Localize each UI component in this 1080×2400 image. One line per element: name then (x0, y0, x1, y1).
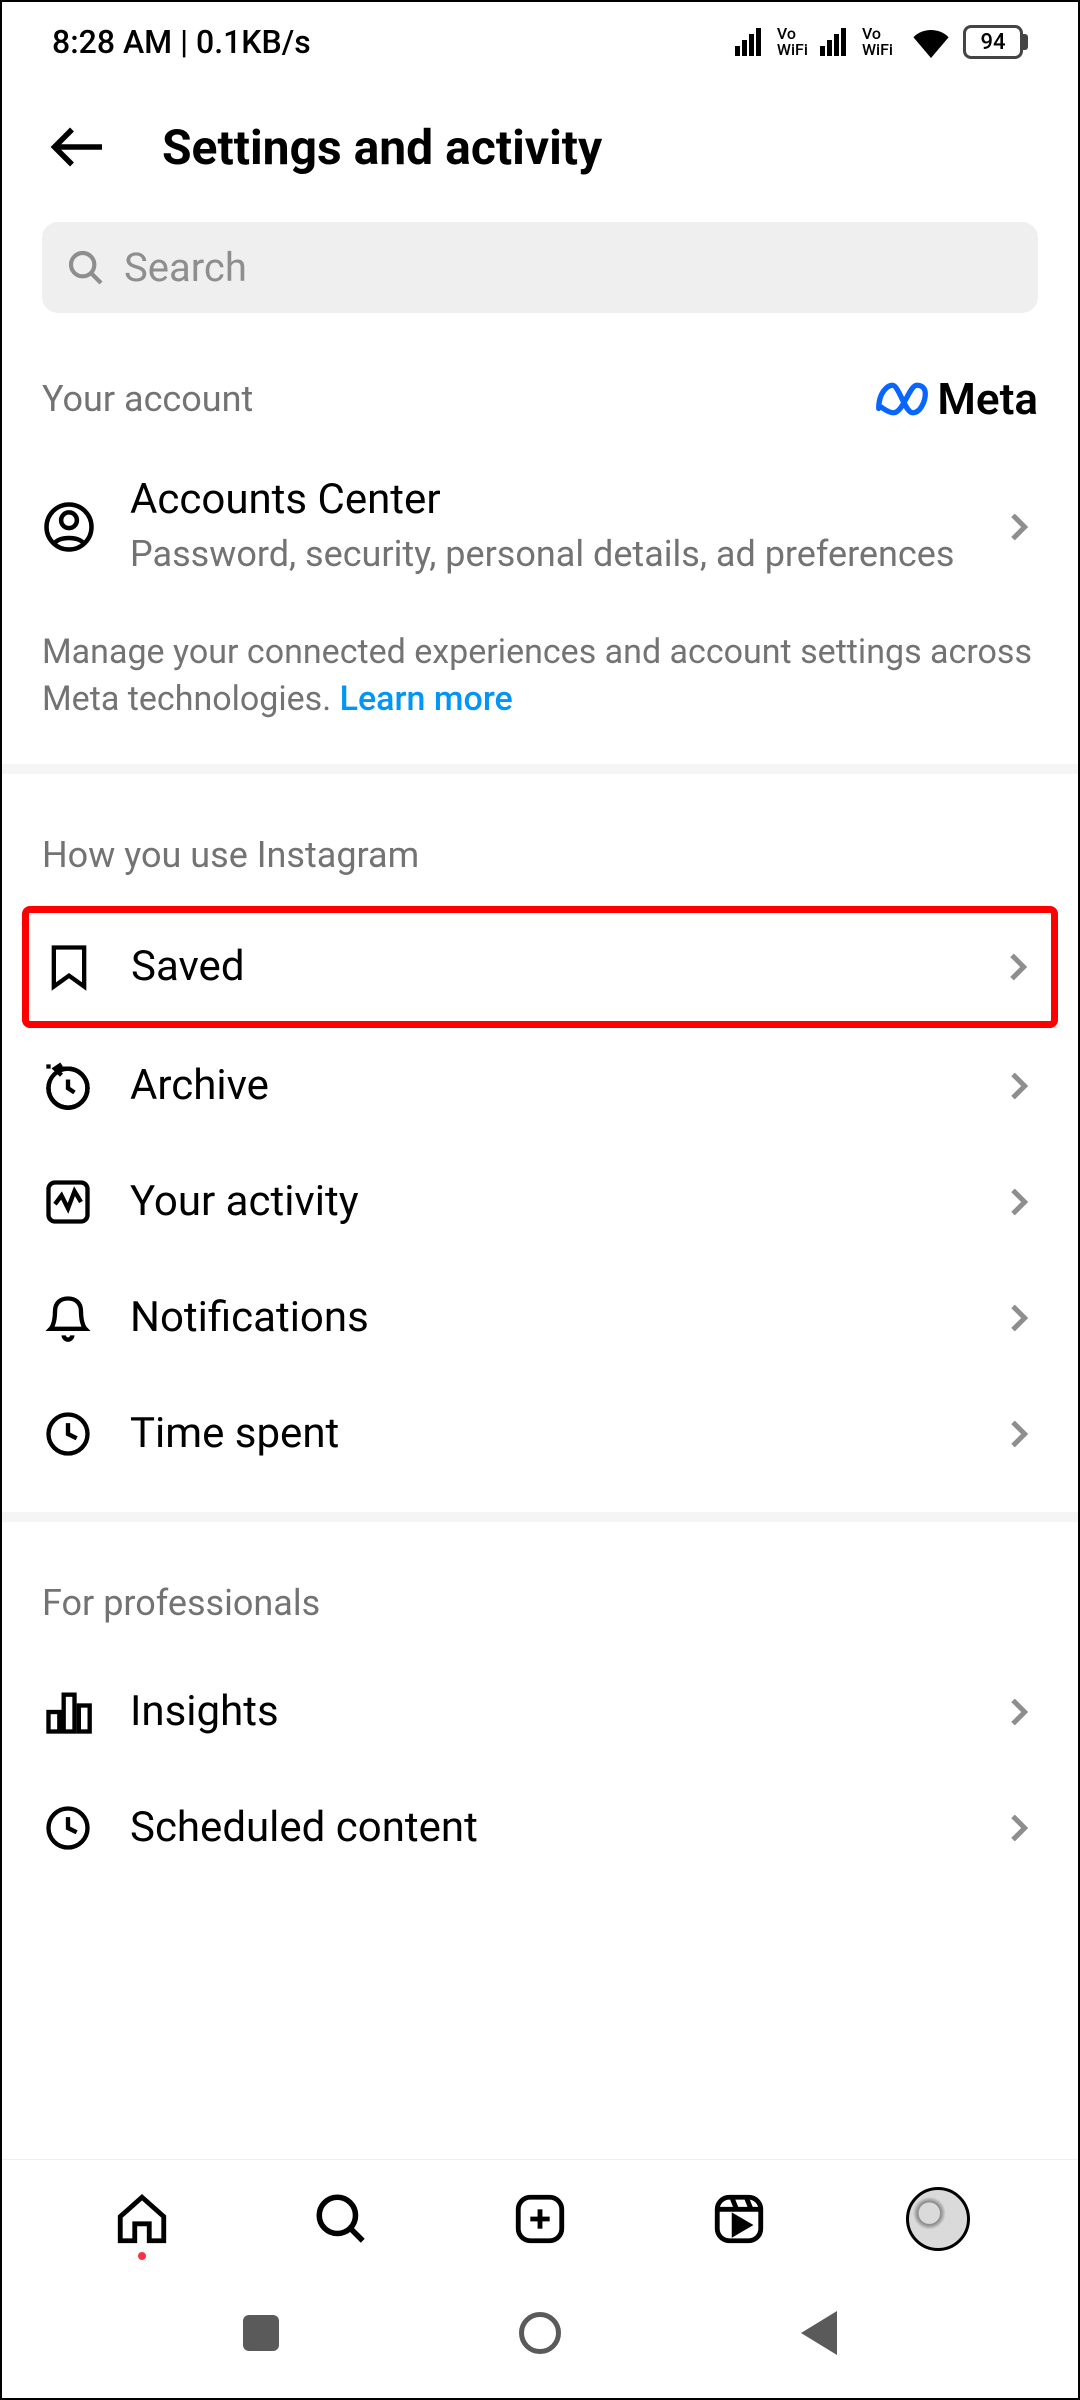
nav-home[interactable] (107, 2184, 177, 2254)
person-icon (42, 500, 102, 554)
list-label: Insights (130, 1687, 998, 1736)
chevron-right-icon (998, 507, 1038, 547)
accounts-center-title: Accounts Center (130, 475, 998, 524)
battery-icon: 94 (963, 25, 1028, 59)
chevron-right-icon (998, 1298, 1038, 1338)
list-item-notifications[interactable]: Notifications (42, 1260, 1038, 1376)
chevron-right-icon (998, 1066, 1038, 1106)
list-label: Your activity (130, 1177, 998, 1226)
search-box[interactable] (42, 222, 1038, 313)
list-label: Archive (130, 1061, 998, 1110)
avatar-icon (906, 2187, 970, 2251)
section-title: How you use Instagram (42, 834, 419, 876)
meta-logo-icon (875, 381, 929, 417)
signal-icon (735, 28, 761, 56)
section-description: Manage your connected experiences and ac… (42, 599, 1038, 764)
system-nav (2, 2278, 1078, 2398)
back-button[interactable] (42, 112, 112, 182)
bottom-nav (2, 2159, 1078, 2278)
status-indicators: Vo WiFi Vo WiFi 94 (735, 25, 1028, 59)
list-item-scheduled-content[interactable]: Scheduled content (42, 1770, 1038, 1886)
chevron-right-icon (997, 947, 1037, 987)
list-item-time-spent[interactable]: Time spent (42, 1376, 1038, 1492)
section-title: Your account (42, 378, 253, 420)
search-icon (66, 248, 106, 288)
home-icon (113, 2190, 171, 2248)
learn-more-link[interactable]: Learn more (340, 679, 513, 719)
list-label: Notifications (130, 1293, 998, 1342)
page-title: Settings and activity (162, 119, 602, 176)
activity-icon (42, 1176, 102, 1228)
plus-square-icon (511, 2190, 569, 2248)
meta-brand: Meta (875, 373, 1038, 425)
chart-icon (42, 1686, 102, 1738)
section-usage: How you use Instagram Saved Archive Your… (2, 774, 1078, 1492)
list-label: Scheduled content (130, 1803, 998, 1852)
section-professionals: For professionals Insights Scheduled con… (2, 1522, 1078, 1886)
clock-icon (42, 1802, 102, 1854)
archive-icon (42, 1060, 102, 1112)
status-bar: 8:28 AM | 0.1KB/s Vo WiFi Vo WiFi 94 (2, 2, 1078, 82)
reels-icon (710, 2190, 768, 2248)
notification-dot (138, 2252, 146, 2260)
status-time-speed: 8:28 AM | 0.1KB/s (52, 23, 311, 61)
sys-back-button[interactable] (794, 2308, 844, 2358)
list-item-insights[interactable]: Insights (42, 1654, 1038, 1770)
wifi-icon (911, 26, 951, 58)
bell-icon (42, 1292, 102, 1344)
chevron-right-icon (998, 1414, 1038, 1454)
section-title: For professionals (42, 1582, 320, 1624)
search-icon (312, 2190, 370, 2248)
accounts-center-item[interactable]: Accounts Center Password, security, pers… (42, 455, 1038, 599)
list-item-your-activity[interactable]: Your activity (42, 1144, 1038, 1260)
section-your-account: Your account Meta Accounts Center Passwo… (2, 313, 1078, 764)
chevron-right-icon (998, 1808, 1038, 1848)
sys-home-button[interactable] (515, 2308, 565, 2358)
header: Settings and activity (2, 82, 1078, 222)
nav-profile[interactable] (903, 2184, 973, 2254)
list-item-archive[interactable]: Archive (42, 1028, 1038, 1144)
divider (2, 764, 1078, 774)
chevron-right-icon (998, 1692, 1038, 1732)
accounts-center-subtitle: Password, security, personal details, ad… (130, 530, 998, 579)
nav-search[interactable] (306, 2184, 376, 2254)
search-input[interactable] (124, 244, 1014, 291)
nav-reels[interactable] (704, 2184, 774, 2254)
sys-recents-button[interactable] (236, 2308, 286, 2358)
vowifi-label: Vo WiFi (777, 26, 808, 58)
bookmark-icon (43, 941, 103, 993)
list-label: Time spent (130, 1409, 998, 1458)
vowifi-label: Vo WiFi (862, 26, 893, 58)
signal-icon (820, 28, 846, 56)
divider (2, 1512, 1078, 1522)
list-label: Saved (131, 942, 997, 991)
clock-icon (42, 1408, 102, 1460)
chevron-right-icon (998, 1182, 1038, 1222)
list-item-saved[interactable]: Saved (22, 906, 1058, 1028)
nav-create[interactable] (505, 2184, 575, 2254)
